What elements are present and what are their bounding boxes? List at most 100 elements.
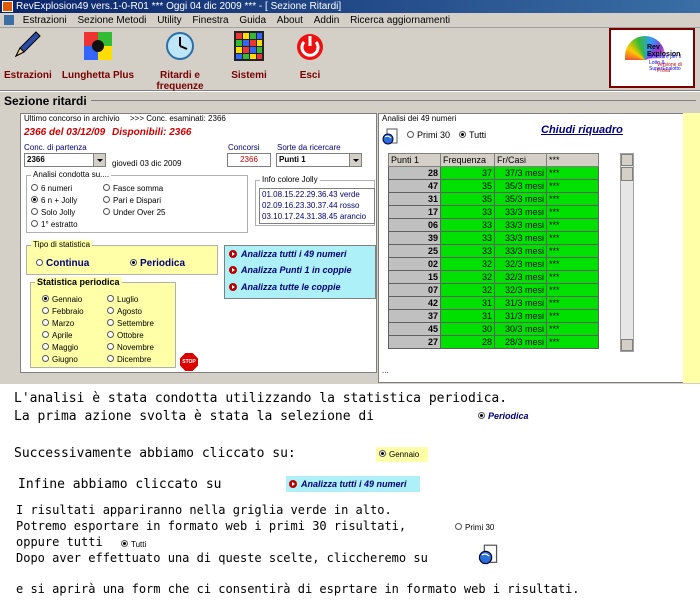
radio-label: Under Over 25	[113, 208, 166, 217]
chevron-down-icon[interactable]	[349, 154, 361, 166]
radio-icon	[455, 523, 462, 531]
table-row[interactable]: 28 37 37/3 mesi ***	[388, 166, 599, 180]
cell-frequenza: 30	[440, 322, 495, 336]
sorte-select[interactable]: Punti 1	[276, 153, 362, 167]
analizza-tutti-button[interactable]: Analizza tutti i 49 numeri	[229, 249, 347, 259]
col-frequenza-header[interactable]: Frequenza	[440, 153, 495, 167]
scroll-down-icon[interactable]	[621, 339, 633, 351]
esci-button[interactable]: Esci	[290, 30, 330, 81]
radio-under-over[interactable]: Under Over 25	[103, 207, 165, 218]
menu-finestra[interactable]: Finestra	[188, 13, 232, 28]
scroll-thumb[interactable]	[621, 167, 633, 181]
conc-partenza-value: 2366	[27, 155, 45, 164]
radio-luglio[interactable]: Luglio	[107, 294, 138, 305]
conc-partenza-select[interactable]: 2366	[24, 153, 106, 167]
radio-giugno[interactable]: Giugno	[42, 354, 78, 365]
radio-icon	[103, 184, 110, 192]
table-row[interactable]: 45 30 30/3 mesi ***	[388, 322, 599, 336]
radio-aprile[interactable]: Aprile	[42, 330, 72, 341]
radio-icon	[31, 220, 38, 228]
col-extra-header[interactable]: ***	[546, 153, 599, 167]
radio-gennaio[interactable]: Gennaio	[42, 294, 82, 305]
menu-estrazioni[interactable]: Estrazioni	[19, 13, 71, 28]
menu-about[interactable]: About	[273, 13, 307, 28]
table-row[interactable]: 06 33 33/3 mesi ***	[388, 218, 599, 232]
radio-febbraio[interactable]: Febbraio	[42, 306, 84, 317]
cell-frequenza: 32	[440, 283, 495, 297]
radio-primi-30[interactable]: Primi 30	[407, 130, 450, 141]
menu-sezione-metodi[interactable]: Sezione Metodi	[73, 13, 150, 28]
cell-extra: ***	[546, 283, 599, 297]
grid-scrollbar[interactable]	[620, 153, 634, 352]
table-row[interactable]: 42 31 31/3 mesi ***	[388, 296, 599, 310]
cell-frcasi: 33/3 mesi	[494, 218, 547, 232]
radio-6n-jolly[interactable]: 6 n + Jolly	[31, 195, 77, 206]
mdi-child-icon[interactable]	[4, 15, 14, 26]
cell-frequenza: 28	[440, 335, 495, 349]
concorsi-label: Concorsi	[228, 143, 260, 152]
ritardi-frequenze-button[interactable]: Ritardi e frequenze	[138, 30, 222, 92]
col-frcasi-header[interactable]: Fr/Casi	[494, 153, 547, 167]
radio-1-estratto[interactable]: 1° estratto	[31, 219, 78, 230]
radio-periodica[interactable]: Periodica	[130, 258, 185, 269]
explain-line-9: e si aprirà una form che ci consentirà d…	[16, 582, 580, 596]
table-row[interactable]: 07 32 32/3 mesi ***	[388, 283, 599, 297]
radio-solo-jolly[interactable]: Solo Jolly	[31, 207, 75, 218]
col-punti-header[interactable]: Punti 1	[388, 153, 441, 167]
cell-frcasi: 33/3 mesi	[494, 205, 547, 219]
scroll-up-icon[interactable]	[621, 154, 633, 166]
export-web-icon[interactable]	[382, 128, 398, 146]
cell-extra: ***	[546, 309, 599, 323]
radio-settembre[interactable]: Settembre	[107, 318, 154, 329]
window-title: RevExplosion49 vers.1-0-R01 *** Oggi 04 …	[16, 1, 342, 12]
table-row[interactable]: 25 33 33/3 mesi ***	[388, 244, 599, 258]
menu-utility[interactable]: Utility	[153, 13, 185, 28]
table-row[interactable]: 31 35 35/3 mesi ***	[388, 192, 599, 206]
table-row[interactable]: 39 33 33/3 mesi ***	[388, 231, 599, 245]
radio-label: Dicembre	[117, 355, 152, 364]
radio-label: Fasce somma	[113, 184, 164, 193]
chip-label: Tutti	[131, 540, 147, 549]
chiudi-riquadro-link[interactable]: Chiudi riquadro	[541, 124, 623, 136]
radio-label: Gennaio	[52, 295, 83, 304]
radio-ottobre[interactable]: Ottobre	[107, 330, 144, 341]
cell-numero: 17	[388, 205, 441, 219]
radio-6-numeri[interactable]: 6 numeri	[31, 183, 72, 194]
radio-dicembre[interactable]: Dicembre	[107, 354, 151, 365]
radio-agosto[interactable]: Agosto	[107, 306, 142, 317]
radio-novembre[interactable]: Novembre	[107, 342, 154, 353]
menu-guida[interactable]: Guida	[235, 13, 270, 28]
radio-fasce-somma[interactable]: Fasce somma	[103, 183, 163, 194]
stop-button[interactable]: STOP	[180, 353, 198, 371]
table-row[interactable]: 17 33 33/3 mesi ***	[388, 205, 599, 219]
radio-icon	[31, 184, 38, 192]
menu-addin[interactable]: Addin	[310, 13, 344, 28]
table-row[interactable]: 02 32 32/3 mesi ***	[388, 257, 599, 271]
info-jolly-list: 01.08.15.22.29.36.43 verde 02.09.16.23.3…	[259, 188, 375, 224]
radio-icon	[107, 295, 114, 303]
table-row[interactable]: 47 35 35/3 mesi ***	[388, 179, 599, 193]
cell-frequenza: 35	[440, 179, 495, 193]
lunghetta-plus-button[interactable]: Lunghetta Plus	[58, 30, 138, 81]
right-strip	[683, 113, 700, 383]
analizza-tutte-coppie-button[interactable]: Analizza tutte le coppie	[229, 282, 341, 292]
concorsi-input[interactable]: 2366	[227, 153, 271, 167]
radio-marzo[interactable]: Marzo	[42, 318, 74, 329]
cell-frcasi: 37/3 mesi	[494, 166, 547, 180]
chevron-down-icon[interactable]	[93, 154, 105, 166]
analizza-punti-coppie-button[interactable]: Analizza Punti 1 in coppie	[229, 265, 352, 275]
radio-selected-icon	[459, 131, 466, 139]
radio-tutti[interactable]: Tutti	[459, 130, 486, 141]
estrazioni-button[interactable]: Estrazioni	[4, 30, 52, 81]
table-row[interactable]: 15 32 32/3 mesi ***	[388, 270, 599, 284]
radio-maggio[interactable]: Maggio	[42, 342, 78, 353]
table-row[interactable]: 37 31 31/3 mesi ***	[388, 309, 599, 323]
radio-continua[interactable]: Continua	[36, 258, 89, 269]
table-row[interactable]: 27 28 28/3 mesi ***	[388, 335, 599, 349]
radio-pari-dispari[interactable]: Pari e Dispari	[103, 195, 161, 206]
sistemi-button[interactable]: Sistemi	[228, 30, 270, 81]
radio-label: Febbraio	[52, 307, 84, 316]
cell-extra: ***	[546, 231, 599, 245]
cell-frequenza: 33	[440, 244, 495, 258]
menu-ricerca-aggiornamenti[interactable]: Ricerca aggiornamenti	[346, 13, 454, 28]
